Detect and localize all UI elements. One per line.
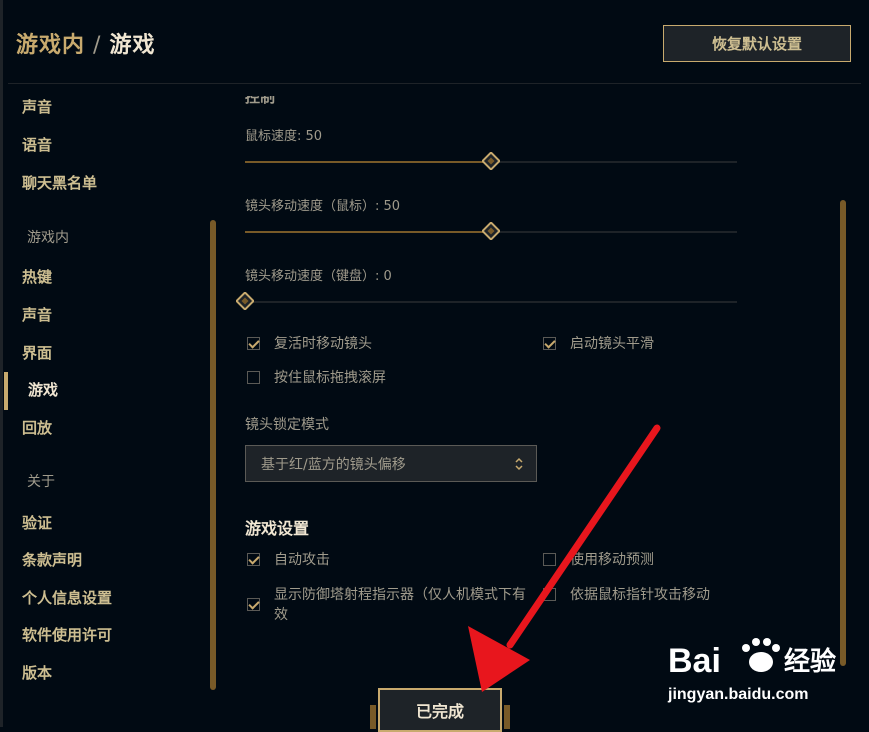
sidebar-item-voice[interactable]: 语音 [22, 134, 52, 155]
checkbox-label: 启动镜头平滑 [570, 336, 654, 352]
sidebar-item-terms[interactable]: 条款声明 [22, 549, 82, 570]
sidebar-section-about: 关于 [27, 474, 55, 490]
camera-keyboard-speed-slider[interactable] [236, 292, 737, 310]
checkbox-label: 复活时移动镜头 [274, 336, 372, 352]
slider-thumb[interactable] [482, 152, 500, 170]
sidebar-section-ingame: 游戏内 [27, 230, 69, 246]
checkbox-label: 依据鼠标指针攻击移动 [570, 587, 710, 603]
section-title-controls: 控制 [245, 96, 276, 106]
watermark-url: jingyan.baidu.com [668, 686, 809, 703]
checkbox-box[interactable] [247, 337, 260, 350]
checkbox-move-prediction[interactable]: 使用移动预测 [543, 550, 654, 570]
done-button-left-ornament [370, 705, 376, 729]
camera-lock-mode-select[interactable]: 基于红/蓝方的镜头偏移 [245, 445, 537, 482]
window-frame-left [0, 0, 3, 727]
mouse-speed-slider[interactable] [245, 152, 737, 170]
checkbox-drag-scroll[interactable]: 按住鼠标拖拽滚屏 [247, 368, 386, 388]
breadcrumb-current: 游戏 [109, 33, 156, 58]
checkbox-box[interactable] [247, 371, 260, 384]
checkbox-label: 使用移动预测 [570, 552, 654, 568]
checkbox-box[interactable] [543, 588, 556, 601]
slider-fill [245, 161, 491, 163]
header-divider [8, 83, 861, 84]
svg-text:Bai: Bai [668, 642, 721, 680]
camera-keyboard-speed-label: 镜头移动速度（键盘）: 0 [245, 269, 392, 284]
breadcrumb-parent[interactable]: 游戏内 [16, 33, 85, 58]
breadcrumb-separator: / [93, 33, 102, 58]
sidebar-item-sound[interactable]: 声音 [22, 96, 52, 117]
checkbox-camera-smoothing[interactable]: 启动镜头平滑 [543, 334, 654, 354]
checkbox-box[interactable] [543, 553, 556, 566]
restore-defaults-button[interactable]: 恢复默认设置 [663, 25, 851, 62]
page-title: 游戏内 / 游戏 [16, 27, 155, 59]
camera-mouse-speed-label: 镜头移动速度（鼠标）: 50 [245, 199, 401, 214]
done-button-right-ornament [504, 705, 510, 729]
sidebar-item-chat-blacklist[interactable]: 聊天黑名单 [22, 172, 97, 193]
sidebar-item-verification[interactable]: 验证 [22, 512, 52, 533]
checkbox-auto-attack[interactable]: 自动攻击 [247, 550, 330, 570]
sidebar-item-interface[interactable]: 界面 [22, 342, 52, 363]
section-title-game-settings: 游戏设置 [245, 519, 310, 538]
checkbox-attack-move-on-cursor[interactable]: 依据鼠标指针攻击移动 [543, 585, 710, 605]
checkbox-tower-range-indicator[interactable]: 显示防御塔射程指示器（仅人机模式下有效 [247, 585, 537, 625]
sidebar-item-game[interactable]: 游戏 [28, 379, 58, 400]
sidebar-scrollbar[interactable] [210, 220, 216, 690]
sidebar-item-replay[interactable]: 回放 [22, 417, 52, 438]
main-scrollbar[interactable] [840, 200, 846, 666]
checkbox-move-camera-on-revive[interactable]: 复活时移动镜头 [247, 334, 372, 354]
slider-thumb[interactable] [482, 222, 500, 240]
checkbox-label: 自动攻击 [274, 552, 330, 568]
checkbox-box[interactable] [543, 337, 556, 350]
done-button[interactable]: 已完成 [378, 688, 502, 732]
checkbox-box[interactable] [247, 598, 260, 611]
camera-lock-mode-label: 镜头锁定模式 [245, 417, 329, 433]
sidebar-item-hotkeys[interactable]: 热键 [22, 266, 52, 287]
sidebar-item-license[interactable]: 软件使用许可 [22, 624, 112, 645]
camera-mouse-speed-slider[interactable] [245, 222, 737, 240]
mouse-speed-label: 鼠标速度: 50 [245, 129, 323, 144]
sidebar-item-privacy[interactable]: 个人信息设置 [22, 587, 112, 608]
checkbox-box[interactable] [247, 553, 260, 566]
sidebar-item-ingame-sound[interactable]: 声音 [22, 304, 52, 325]
select-arrows-icon [515, 457, 523, 471]
sidebar-active-indicator [4, 372, 8, 410]
slider-thumb[interactable] [236, 292, 254, 310]
svg-text:经验: 经验 [784, 646, 836, 677]
checkbox-label: 按住鼠标拖拽滚屏 [274, 370, 386, 386]
select-value: 基于红/蓝方的镜头偏移 [261, 456, 406, 473]
checkbox-label: 显示防御塔射程指示器（仅人机模式下有效 [274, 587, 526, 623]
sidebar-item-version[interactable]: 版本 [22, 662, 52, 683]
slider-fill [245, 231, 491, 233]
